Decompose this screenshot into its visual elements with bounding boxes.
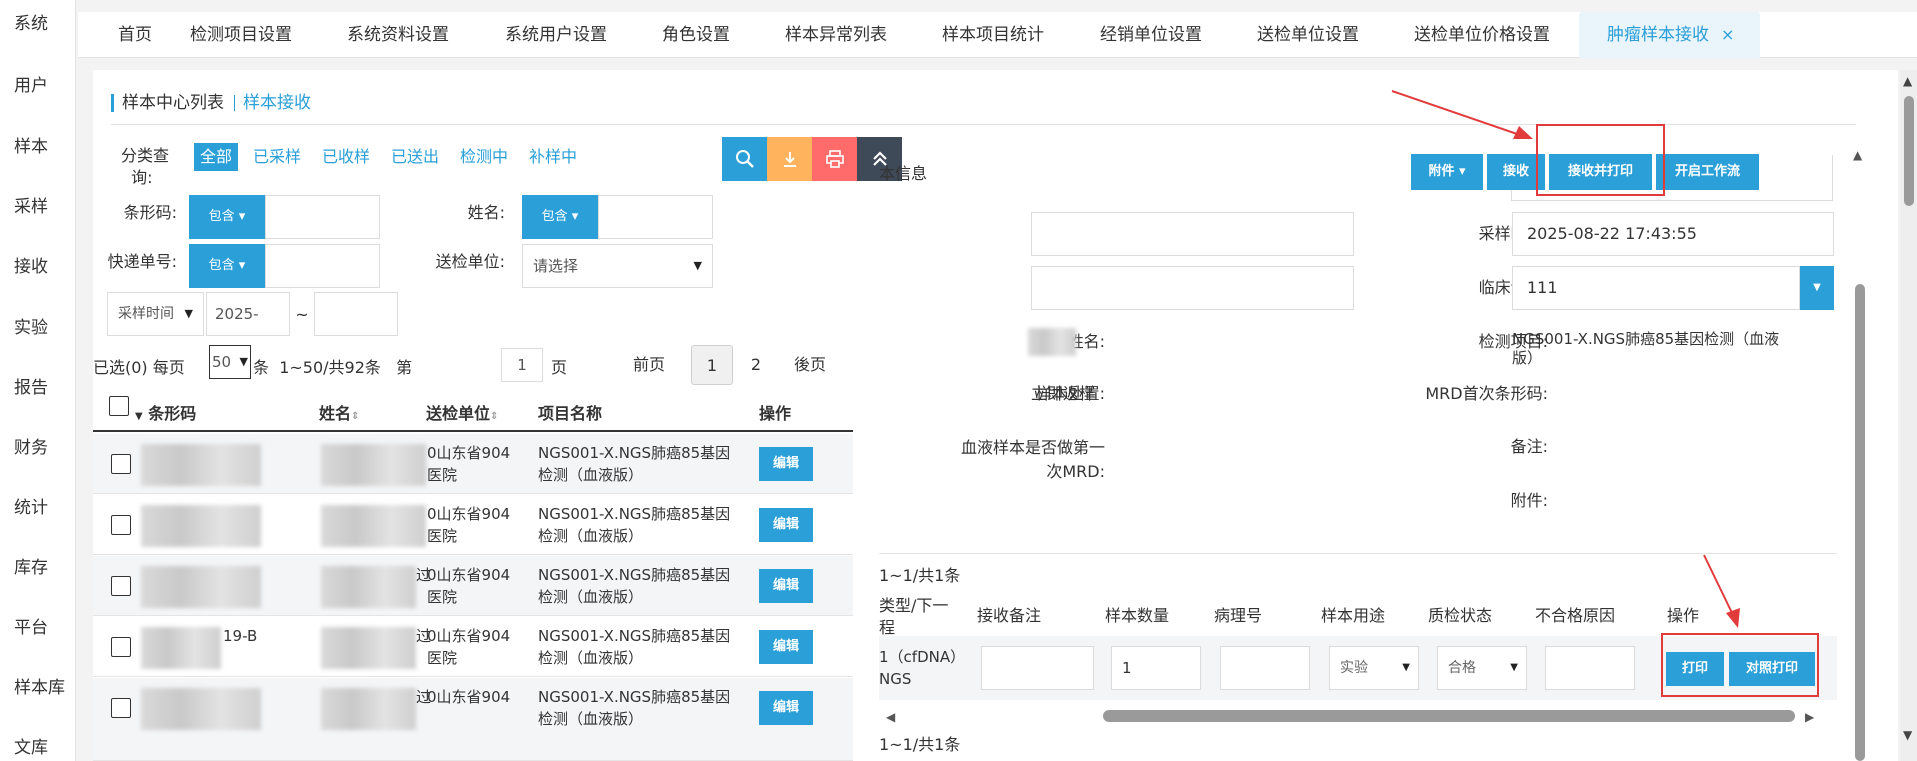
arrow-head-top <box>1513 126 1533 139</box>
arrow-line-bottom <box>1703 554 1734 616</box>
annotation-arrows <box>1391 90 1740 628</box>
arrow-line-top <box>1391 90 1521 136</box>
arrow-head-bottom <box>1726 608 1740 628</box>
page-scroll-up-icon[interactable]: ▲ <box>1903 74 1912 88</box>
page-scroll-thumb[interactable] <box>1904 96 1914 206</box>
page-scroll-down-icon[interactable]: ▼ <box>1903 728 1912 742</box>
